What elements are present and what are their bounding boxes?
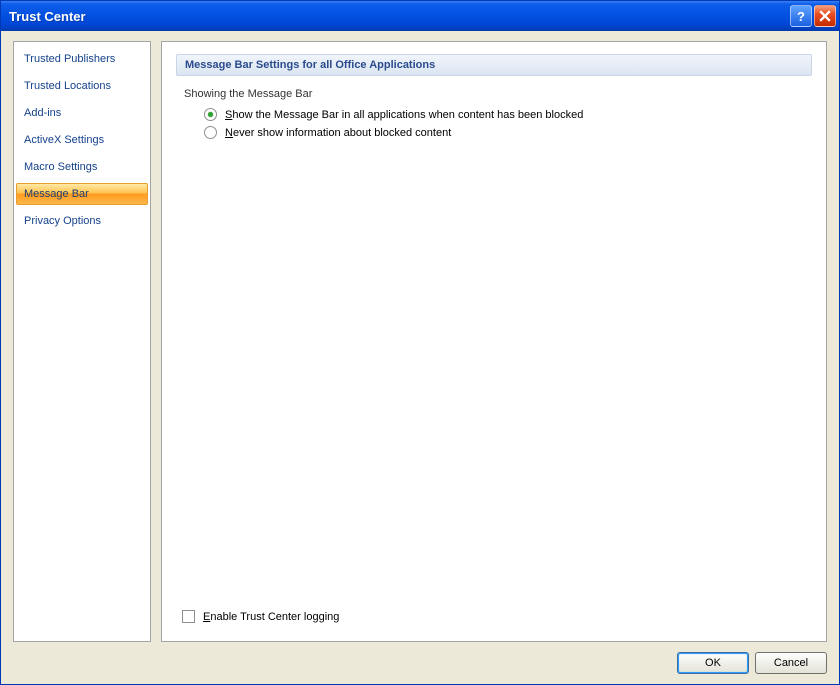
sidebar: Trusted Publishers Trusted Locations Add…	[13, 41, 151, 642]
help-icon: ?	[797, 9, 805, 24]
sidebar-item-label: Trusted Locations	[24, 80, 111, 92]
section-header: Message Bar Settings for all Office Appl…	[176, 54, 812, 76]
radio-icon	[204, 108, 217, 121]
help-button[interactable]: ?	[790, 5, 812, 27]
main-panel: Message Bar Settings for all Office Appl…	[161, 41, 827, 642]
sidebar-item-label: Trusted Publishers	[24, 53, 115, 65]
radio-show-message-bar[interactable]: Show the Message Bar in all applications…	[204, 108, 812, 121]
sidebar-item-label: ActiveX Settings	[24, 134, 104, 146]
sidebar-item-trusted-publishers[interactable]: Trusted Publishers	[16, 48, 148, 70]
titlebar: Trust Center ?	[1, 1, 839, 31]
radio-label: Never show information about blocked con…	[225, 127, 451, 139]
option-group-title: Showing the Message Bar	[184, 88, 812, 100]
client-area: Trusted Publishers Trusted Locations Add…	[1, 31, 839, 684]
content-row: Trusted Publishers Trusted Locations Add…	[13, 41, 827, 642]
checkbox-icon	[182, 610, 195, 623]
spacer	[176, 144, 812, 610]
sidebar-item-activex-settings[interactable]: ActiveX Settings	[16, 129, 148, 151]
trust-center-window: Trust Center ? Trusted Publishers Truste…	[0, 0, 840, 685]
sidebar-item-label: Message Bar	[24, 188, 89, 200]
sidebar-item-macro-settings[interactable]: Macro Settings	[16, 156, 148, 178]
sidebar-item-add-ins[interactable]: Add-ins	[16, 102, 148, 124]
ok-button[interactable]: OK	[677, 652, 749, 674]
radio-label: Show the Message Bar in all applications…	[225, 109, 583, 121]
sidebar-item-label: Macro Settings	[24, 161, 97, 173]
radio-never-show[interactable]: Never show information about blocked con…	[204, 126, 812, 139]
sidebar-item-message-bar[interactable]: Message Bar	[16, 183, 148, 205]
sidebar-item-label: Privacy Options	[24, 215, 101, 227]
window-title: Trust Center	[9, 9, 790, 24]
titlebar-buttons: ?	[790, 5, 836, 27]
checkbox-label: Enable Trust Center logging	[203, 611, 339, 623]
dialog-buttons: OK Cancel	[13, 642, 827, 674]
sidebar-item-label: Add-ins	[24, 107, 61, 119]
cancel-button[interactable]: Cancel	[755, 652, 827, 674]
close-button[interactable]	[814, 5, 836, 27]
sidebar-item-trusted-locations[interactable]: Trusted Locations	[16, 75, 148, 97]
radio-icon	[204, 126, 217, 139]
enable-logging-checkbox[interactable]: Enable Trust Center logging	[182, 610, 812, 623]
close-icon	[819, 10, 831, 22]
sidebar-item-privacy-options[interactable]: Privacy Options	[16, 210, 148, 232]
